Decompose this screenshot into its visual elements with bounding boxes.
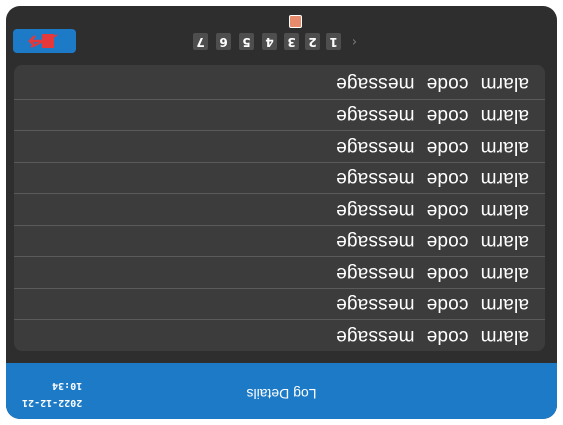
log-code-text: code — [426, 231, 469, 253]
pagination-bar: ‹ 1234567 — [6, 15, 557, 53]
page-button[interactable]: 5 — [239, 33, 254, 50]
log-message-text: message — [335, 294, 415, 316]
exit-door-icon — [28, 34, 58, 48]
log-message-text: message — [335, 325, 415, 347]
date-text: 2022-12-21 — [22, 397, 83, 408]
page-button[interactable]: 4 — [262, 33, 277, 50]
log-alarm-text: alarm — [480, 199, 529, 221]
log-code-text: code — [426, 73, 469, 95]
log-message-text: message — [335, 168, 415, 190]
page-button[interactable]: 2 — [305, 33, 320, 50]
log-row[interactable]: alarm code message — [14, 256, 545, 288]
log-row[interactable]: alarm code message — [14, 193, 545, 225]
log-row[interactable]: alarm code message — [14, 130, 545, 162]
log-alarm-text: alarm — [480, 105, 529, 127]
log-code-text: code — [426, 199, 469, 221]
device-screen: Log Details 2022-12-21 10:34 alarm code me… — [6, 6, 557, 419]
log-row[interactable]: alarm code message — [14, 225, 545, 257]
log-row[interactable]: alarm code message — [14, 68, 545, 100]
log-code-text: code — [426, 105, 469, 127]
log-row[interactable]: alarm code message — [14, 319, 545, 351]
log-code-text: code — [426, 262, 469, 284]
log-message-text: message — [335, 231, 415, 253]
log-list[interactable]: alarm code message alarm code message alarm cod… — [14, 65, 545, 351]
page-button[interactable]: 6 — [216, 33, 231, 50]
log-alarm-text: alarm — [480, 73, 529, 95]
log-message-text: message — [335, 136, 415, 158]
log-row[interactable]: alarm code message — [14, 99, 545, 131]
log-alarm-text: alarm — [480, 136, 529, 158]
log-alarm-text: alarm — [480, 262, 529, 284]
log-code-text: code — [426, 168, 469, 190]
log-alarm-text: alarm — [480, 168, 529, 190]
page-button[interactable]: 3 — [284, 33, 299, 50]
rotated-screen-view: Log Details 2022-12-21 10:34 alarm code me… — [0, 0, 563, 425]
datetime-display: 2022-12-21 10:34 — [22, 377, 82, 411]
log-message-text: message — [335, 262, 415, 284]
log-row[interactable]: alarm code message — [14, 162, 545, 194]
log-code-text: code — [426, 136, 469, 158]
page-title: Log Details — [246, 386, 317, 402]
log-code-text: code — [426, 325, 469, 347]
log-code-text: code — [426, 294, 469, 316]
page-button[interactable]: 1 — [326, 33, 341, 50]
chevron-left-icon[interactable]: ‹ — [352, 33, 357, 50]
log-row[interactable]: alarm code message — [14, 288, 545, 320]
log-message-text: message — [335, 199, 415, 221]
log-message-text: message — [335, 105, 415, 127]
log-alarm-text: alarm — [480, 325, 529, 347]
log-message-text: message — [335, 73, 415, 95]
page-button[interactable]: 7 — [193, 33, 208, 50]
exit-button[interactable] — [13, 29, 76, 53]
time-text: 10:34 — [52, 380, 83, 391]
image-icon — [289, 15, 302, 28]
log-alarm-text: alarm — [480, 294, 529, 316]
log-alarm-text: alarm — [480, 231, 529, 253]
header-bar: Log Details 2022-12-21 10:34 — [6, 363, 557, 419]
